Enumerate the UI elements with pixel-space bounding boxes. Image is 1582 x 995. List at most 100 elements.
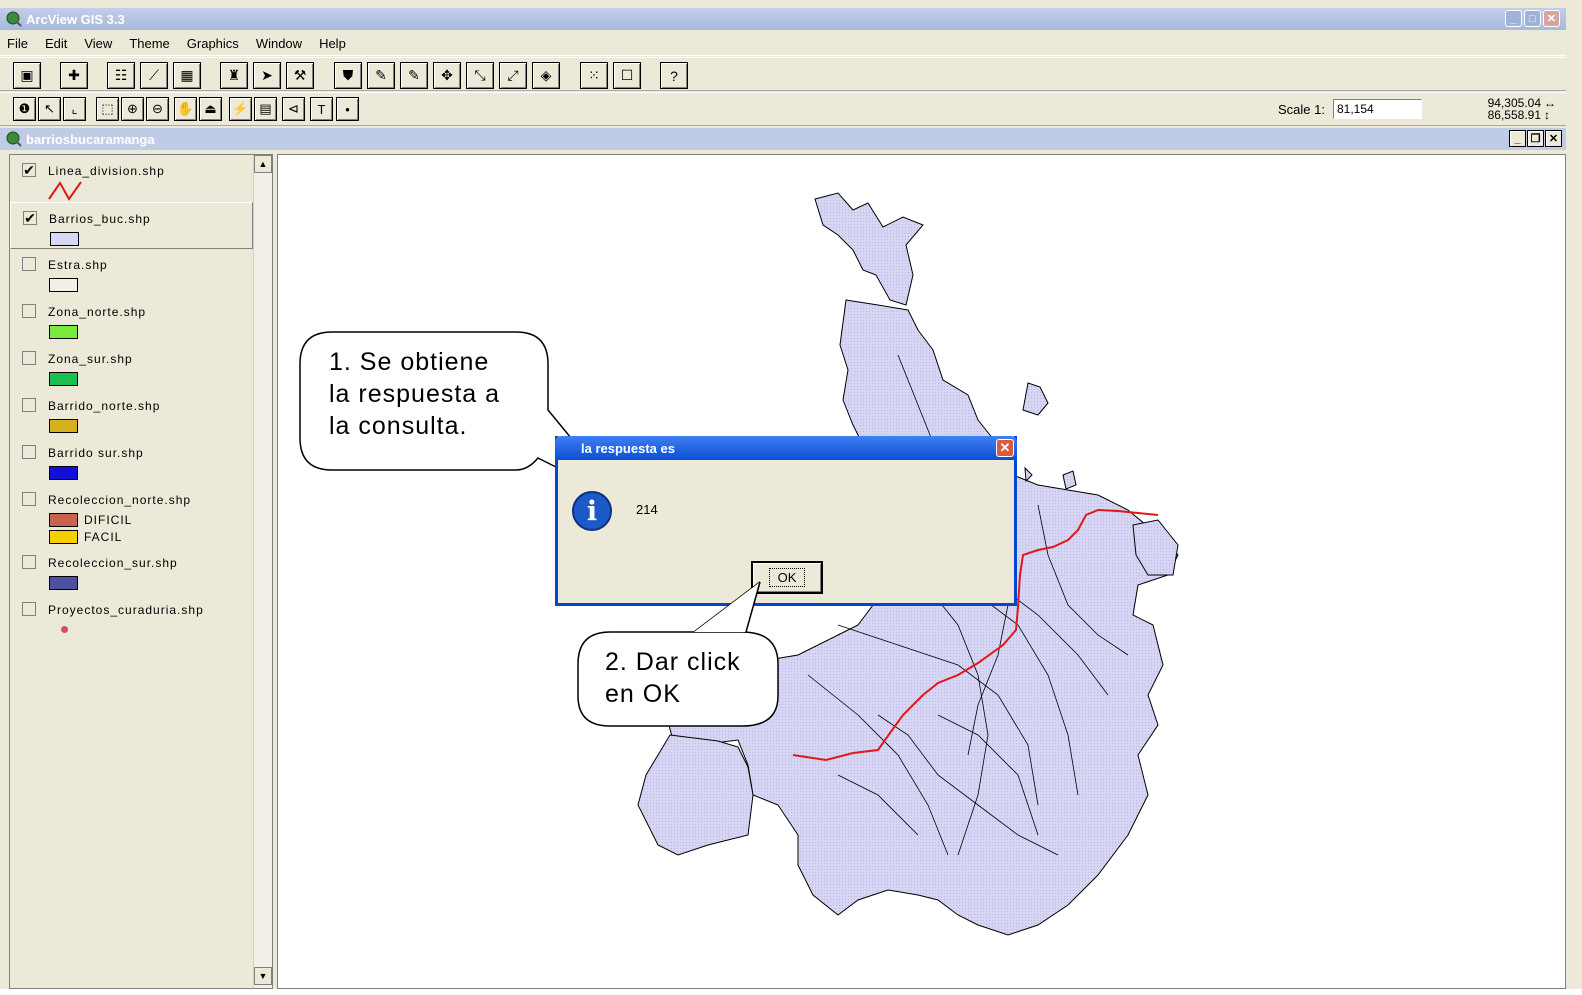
view-minimize-button[interactable]: _ <box>1509 130 1526 147</box>
draw-point-icon[interactable]: • <box>336 97 359 121</box>
view-title: barriosbucaramanga <box>26 131 155 147</box>
callout-2-text: 2. Dar click en OK <box>605 646 741 710</box>
hot-link-icon[interactable]: ⚡ <box>229 97 252 121</box>
zoom-full-extent-icon[interactable]: ⛊ <box>334 62 362 89</box>
theme-properties-icon[interactable]: ☷ <box>107 62 135 89</box>
view-close-button[interactable]: ✕ <box>1545 130 1562 147</box>
app-title: ArcView GIS 3.3 <box>26 11 125 27</box>
edit-legend-icon[interactable]: ⟋ <box>140 62 168 89</box>
arcview-globe-icon <box>6 11 22 27</box>
layer-name: Recoleccion_sur.shp <box>48 556 178 570</box>
dialog-close-icon[interactable]: ✕ <box>996 439 1014 457</box>
help-pointer-icon[interactable]: ? <box>660 62 688 89</box>
pan-hand-icon[interactable]: ✋ <box>174 97 197 121</box>
clear-selection-icon[interactable]: ☐ <box>613 62 641 89</box>
zoom-active-themes-icon[interactable]: ✎ <box>367 62 395 89</box>
arcview-window: ArcView GIS 3.3 _ □ ✕ File Edit View The… <box>0 0 1582 989</box>
fill-symbol <box>49 512 78 527</box>
layer-checkbox[interactable] <box>22 492 36 506</box>
add-theme-icon[interactable]: ✚ <box>60 62 88 89</box>
layer-barrido-norte[interactable]: Barrido_norte.shp <box>10 390 253 437</box>
class-label: FACIL <box>84 529 123 544</box>
layer-checkbox[interactable] <box>22 257 36 271</box>
zoom-previous-icon[interactable]: ✥ <box>433 62 461 89</box>
vertex-edit-icon[interactable]: ⌞ <box>63 97 86 121</box>
zoom-in-fixed-icon[interactable]: ⤡ <box>466 62 494 89</box>
view-restore-button[interactable]: ❐ <box>1527 130 1544 147</box>
layer-checkbox[interactable] <box>22 445 36 459</box>
layer-checkbox[interactable] <box>22 602 36 616</box>
close-button[interactable]: ✕ <box>1543 10 1560 27</box>
layer-name: Barrido sur.shp <box>48 446 144 460</box>
text-icon[interactable]: T <box>310 97 333 121</box>
minimize-button[interactable]: _ <box>1505 10 1522 27</box>
measure-icon[interactable]: ⏏ <box>199 97 222 121</box>
layer-zona-sur[interactable]: Zona_sur.shp <box>10 343 253 390</box>
fill-symbol <box>49 325 78 339</box>
layer-checkbox[interactable] <box>22 351 36 365</box>
fill-symbol <box>49 419 78 433</box>
app-title-bar: ArcView GIS 3.3 _ □ ✕ <box>0 8 1566 30</box>
zoom-out-fixed-icon[interactable]: ⤢ <box>499 62 527 89</box>
maximize-button[interactable]: □ <box>1524 10 1541 27</box>
menu-edit[interactable]: Edit <box>45 36 67 51</box>
menu-file[interactable]: File <box>7 36 28 51</box>
scale-label: Scale 1: <box>1278 102 1325 117</box>
callout-1-text: 1. Se obtiene la respuesta a la consulta… <box>329 346 500 442</box>
save-project-icon[interactable]: ▣ <box>13 62 41 89</box>
menu-theme[interactable]: Theme <box>129 36 169 51</box>
area-of-interest-icon[interactable]: ▤ <box>254 97 277 121</box>
layer-zona-norte[interactable]: Zona_norte.shp <box>10 296 253 343</box>
scale-input[interactable] <box>1333 99 1422 119</box>
layer-checkbox[interactable]: ✔ <box>23 211 37 225</box>
fill-symbol <box>49 576 78 590</box>
find-icon[interactable]: ♜ <box>220 62 248 89</box>
callout-2-line: 2. Dar click <box>605 648 741 676</box>
layer-estra[interactable]: Estra.shp <box>10 249 253 296</box>
select-feature-icon[interactable]: ⬚ <box>96 97 119 121</box>
label-icon[interactable]: ⊲ <box>282 97 305 121</box>
select-all-icon[interactable]: ⁙ <box>580 62 608 89</box>
fill-symbol <box>49 466 78 480</box>
layer-proyectos-curaduria[interactable]: Proyectos_curaduria.shp <box>10 594 253 641</box>
button-bar: ▣ ✚ ☷ ⟋ ▦ ♜ ➤ ⚒ ⛊ ✎ ✎ ✥ ⤡ ⤢ ◈ ⁙ ☐ ? <box>0 57 1566 91</box>
layer-recoleccion-norte[interactable]: Recoleccion_norte.shp DIFICIL FACIL <box>10 484 253 546</box>
legend-class-row: FACIL <box>49 529 122 544</box>
locate-address-icon[interactable]: ➤ <box>253 62 281 89</box>
cursor-coordinates: 94,305.04 86,558.91 <box>1481 97 1541 121</box>
query-builder-icon[interactable]: ⚒ <box>286 62 314 89</box>
table-of-contents: ✔ Linea_division.shp ✔ Barrios_buc.shp E… <box>9 154 273 989</box>
scroll-down-icon[interactable]: ▼ <box>254 967 272 985</box>
layer-barrido-sur[interactable]: Barrido sur.shp <box>10 437 253 484</box>
layer-checkbox[interactable] <box>22 555 36 569</box>
fill-symbol <box>50 232 79 246</box>
layer-checkbox[interactable] <box>22 304 36 318</box>
layer-name: Barrido_norte.shp <box>48 399 161 413</box>
zoom-out-icon[interactable]: ⊖ <box>146 97 169 121</box>
open-table-icon[interactable]: ▦ <box>173 62 201 89</box>
layer-name: Barrios_buc.shp <box>49 212 151 226</box>
layer-name: Zona_norte.shp <box>48 305 147 319</box>
layer-checkbox[interactable] <box>22 398 36 412</box>
zoom-selected-icon[interactable]: ✎ <box>400 62 428 89</box>
menu-help[interactable]: Help <box>319 36 346 51</box>
toc-scrollbar[interactable]: ▲ ▼ <box>253 155 272 988</box>
view-globe-icon <box>6 131 22 147</box>
dialog-message: 214 <box>636 502 658 517</box>
layer-barrios-buc[interactable]: ✔ Barrios_buc.shp <box>10 202 253 249</box>
callout-1-line: 1. Se obtiene <box>329 348 490 376</box>
zoom-in-icon[interactable]: ⊕ <box>121 97 144 121</box>
menu-window[interactable]: Window <box>256 36 302 51</box>
scroll-up-icon[interactable]: ▲ <box>254 155 272 173</box>
pointer-icon[interactable]: ↖ <box>38 97 61 121</box>
layer-checkbox[interactable]: ✔ <box>22 163 36 177</box>
menu-graphics[interactable]: Graphics <box>187 36 239 51</box>
layer-name: Zona_sur.shp <box>48 352 133 366</box>
menu-view[interactable]: View <box>84 36 112 51</box>
identify-icon[interactable]: ❶ <box>13 97 36 121</box>
select-by-theme-icon[interactable]: ◈ <box>532 62 560 89</box>
layer-recoleccion-sur[interactable]: Recoleccion_sur.shp <box>10 547 253 594</box>
layer-linea-division[interactable]: ✔ Linea_division.shp <box>10 155 253 202</box>
fill-symbol <box>49 278 78 292</box>
callout-2-line: en OK <box>605 680 681 708</box>
